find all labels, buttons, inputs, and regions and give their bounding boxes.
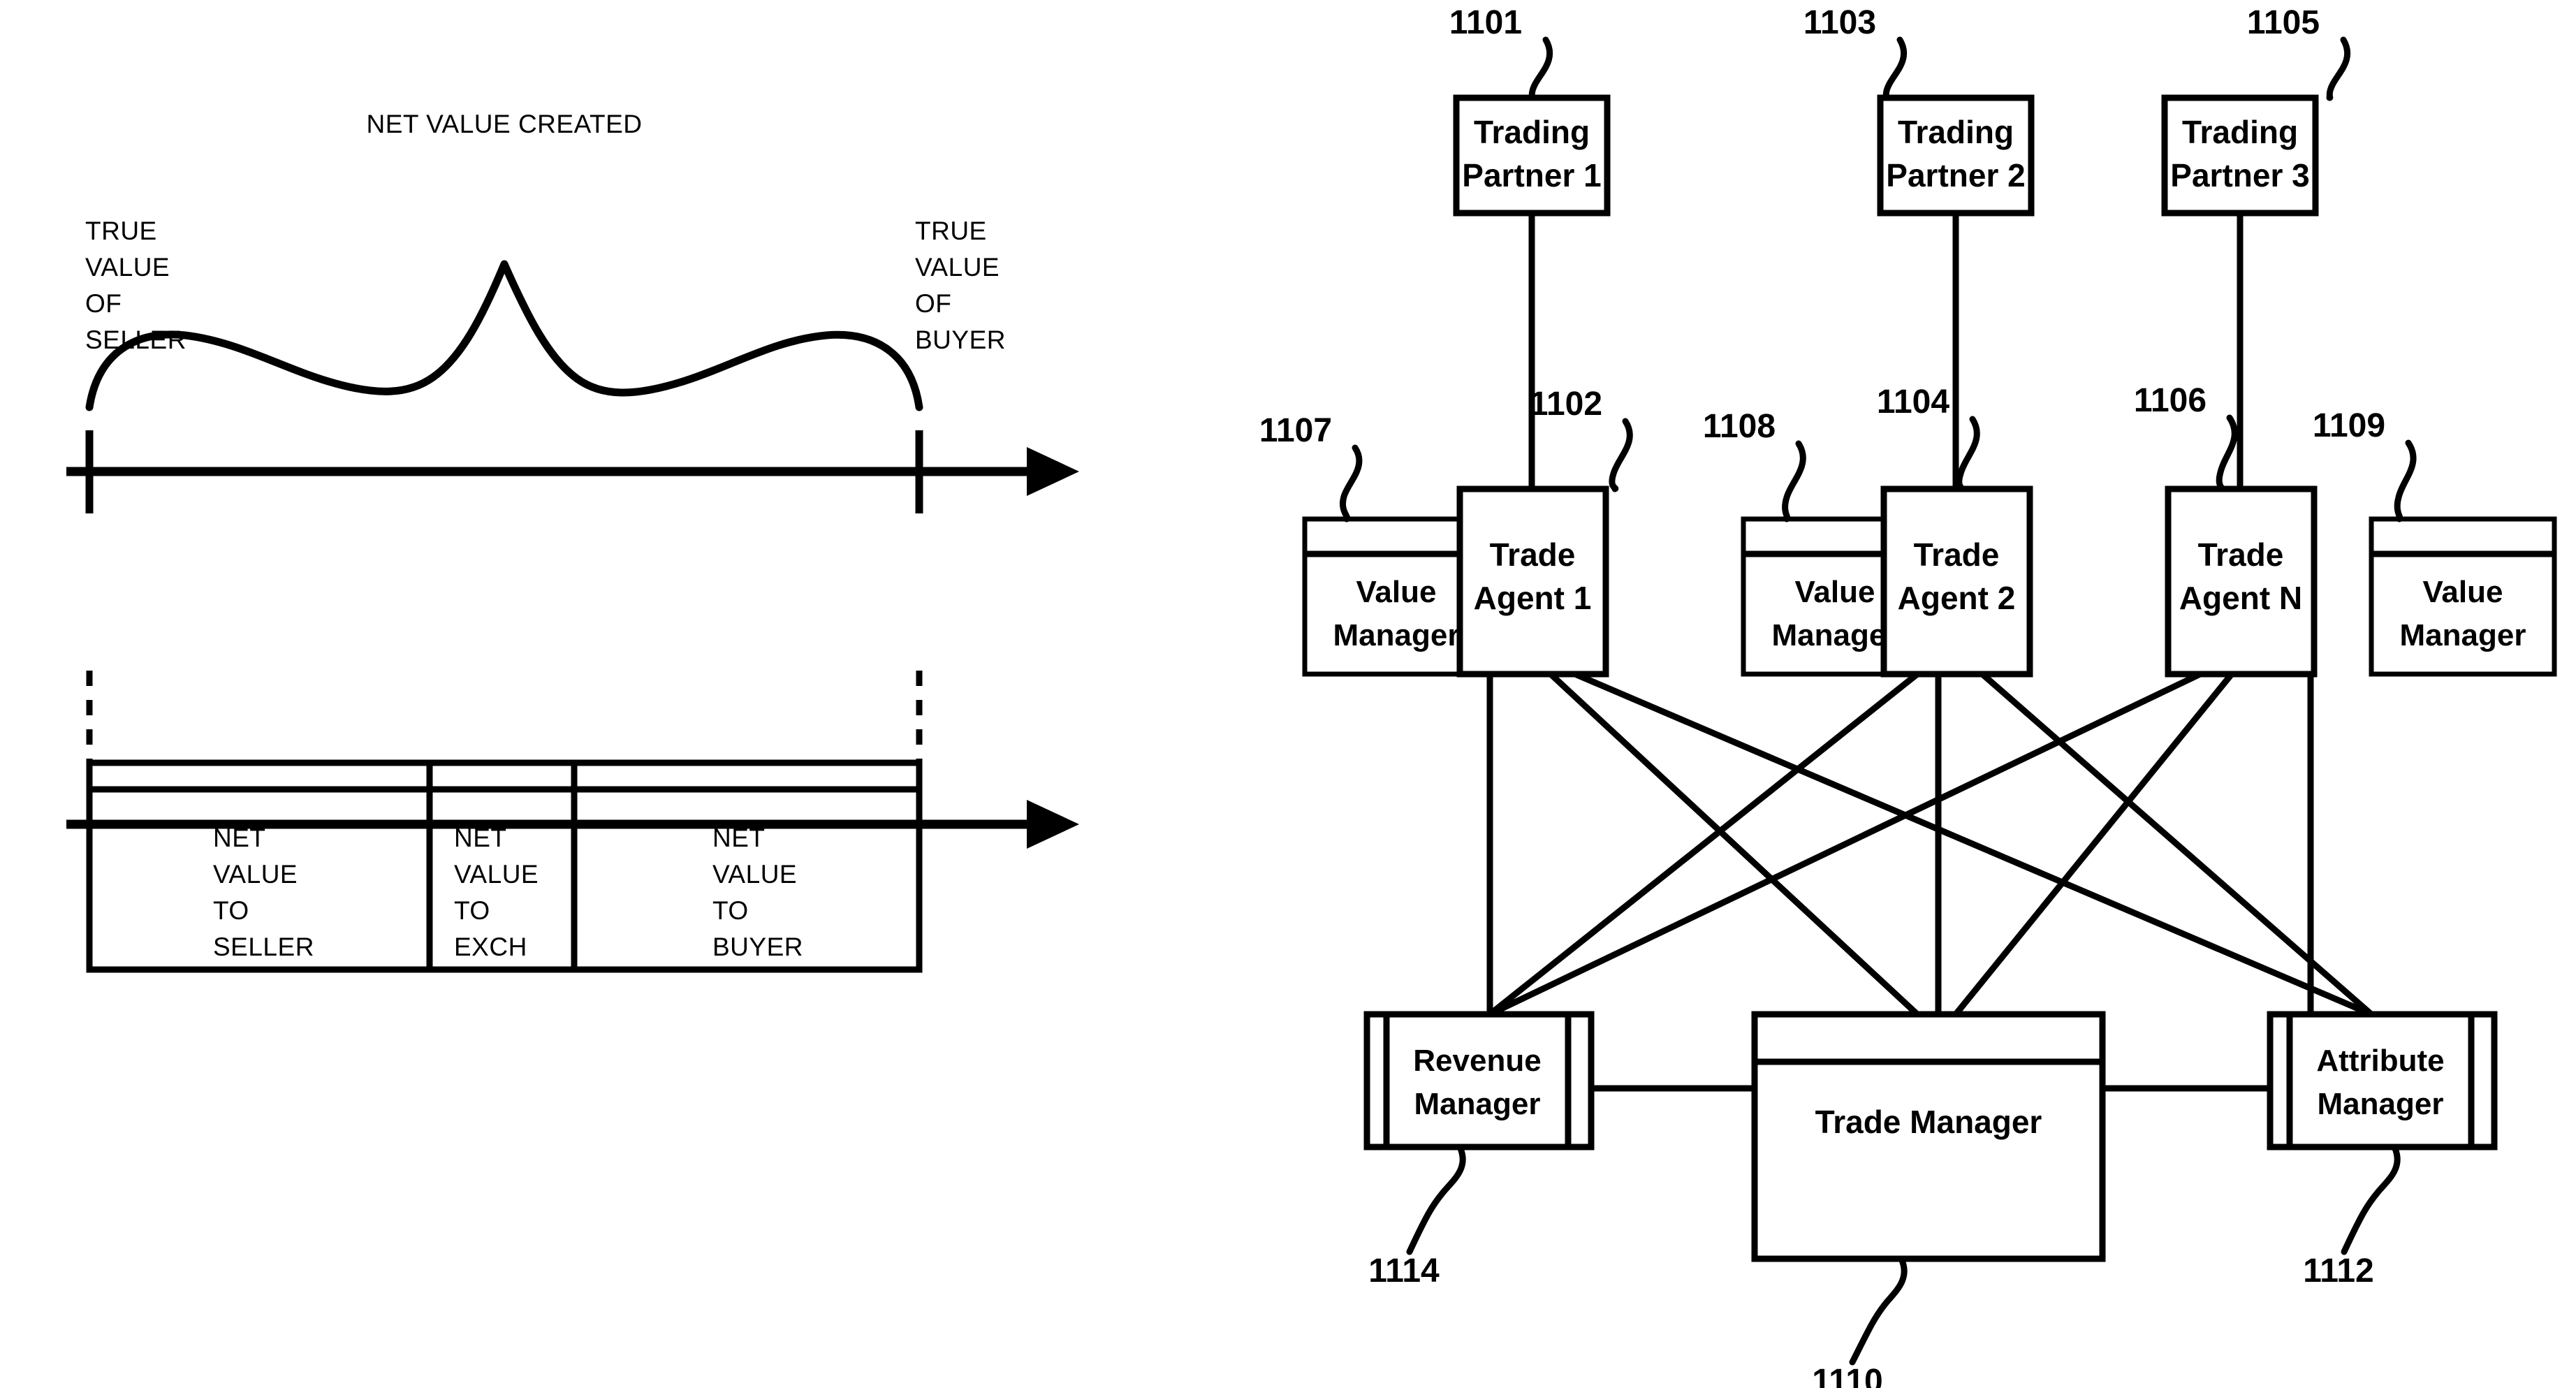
svg-text:Value: Value <box>1356 575 1437 609</box>
svg-text:SELLER: SELLER <box>213 933 314 961</box>
svg-text:Revenue: Revenue <box>1413 1044 1541 1078</box>
svg-text:NET: NET <box>454 824 507 852</box>
ref-1104: 1104 <box>1877 383 1949 421</box>
ref-1110: 1110 <box>1812 1363 1882 1388</box>
svg-text:Partner 2: Partner 2 <box>1886 157 2025 193</box>
right-panel-group: Trading Partner 1 Trading Partner 2 Trad… <box>1259 4 2557 1388</box>
leader-1108 <box>1782 440 1806 523</box>
svg-text:TO: TO <box>712 896 749 925</box>
link-agent2-revenue <box>1488 671 1919 1017</box>
left-panel-group: NET VALUE CREATED TRUE VALUE OF SELLER T… <box>66 110 1079 973</box>
patent-figure: NET VALUE CREATED TRUE VALUE OF SELLER T… <box>0 0 2576 1388</box>
left-axis-label: TRUE VALUE OF SELLER <box>85 217 186 354</box>
svg-text:TRUE: TRUE <box>85 217 157 245</box>
leader-1105 <box>2326 36 2351 101</box>
figure-canvas: NET VALUE CREATED TRUE VALUE OF SELLER T… <box>66 4 2557 1388</box>
svg-text:EXCH: EXCH <box>454 933 527 961</box>
ref-1109: 1109 <box>2313 407 2385 444</box>
ref-1101: 1101 <box>1449 4 1522 41</box>
svg-text:Manager: Manager <box>1414 1087 1541 1121</box>
svg-text:VALUE: VALUE <box>454 860 539 889</box>
leader-1109 <box>2394 439 2417 523</box>
svg-text:TO: TO <box>213 896 249 925</box>
leader-1104 <box>1956 416 1980 492</box>
svg-text:NET: NET <box>712 824 766 852</box>
svg-text:VALUE: VALUE <box>915 253 1000 282</box>
svg-text:OF: OF <box>915 289 951 318</box>
svg-text:Trading: Trading <box>1898 114 2014 150</box>
leader-1106 <box>2216 414 2238 492</box>
svg-text:Trading: Trading <box>2182 114 2298 150</box>
brace-label: NET VALUE CREATED <box>366 110 642 138</box>
leader-1101 <box>1528 36 1553 101</box>
svg-text:Manager: Manager <box>2400 618 2526 652</box>
svg-text:Attribute: Attribute <box>2316 1044 2444 1078</box>
svg-text:Agent 2: Agent 2 <box>1898 580 2016 616</box>
right-axis-label: TRUE VALUE OF BUYER <box>915 217 1006 354</box>
attribute-manager-box[interactable] <box>2267 1011 2498 1150</box>
svg-text:Partner 3: Partner 3 <box>2170 157 2309 193</box>
svg-text:Manager: Manager <box>1772 618 1898 652</box>
leader-1103 <box>1882 36 1908 101</box>
svg-text:Manager: Manager <box>1333 618 1460 652</box>
ref-1102: 1102 <box>1530 386 1602 423</box>
leader-1112 <box>2341 1144 2401 1255</box>
svg-text:Trade: Trade <box>2198 536 2284 573</box>
svg-text:Trading: Trading <box>1474 114 1590 150</box>
leader-1102 <box>1609 418 1633 492</box>
svg-text:OF: OF <box>85 289 122 318</box>
ref-1114: 1114 <box>1368 1252 1440 1290</box>
svg-text:Trade: Trade <box>1914 536 2000 573</box>
top-axis-arrowhead <box>1027 447 1079 496</box>
svg-text:Value: Value <box>1795 575 1875 609</box>
svg-text:Agent 1: Agent 1 <box>1474 580 1592 616</box>
revenue-manager-box[interactable] <box>1363 1011 1595 1150</box>
ref-1106: 1106 <box>2134 382 2207 419</box>
svg-text:TRUE: TRUE <box>915 217 987 245</box>
trade-manager-label: Trade Manager <box>1815 1104 2042 1140</box>
ref-1108: 1108 <box>1703 408 1776 445</box>
svg-text:VALUE: VALUE <box>85 253 170 282</box>
svg-text:Partner 1: Partner 1 <box>1462 157 1601 193</box>
ref-1103: 1103 <box>1803 4 1876 41</box>
ref-1107: 1107 <box>1259 412 1332 449</box>
svg-text:TO: TO <box>454 896 490 925</box>
ref-1112: 1112 <box>2303 1252 2373 1290</box>
svg-text:NET: NET <box>213 824 266 852</box>
svg-text:BUYER: BUYER <box>712 933 803 961</box>
bottom-axis-arrowhead <box>1027 800 1079 849</box>
leader-1110 <box>1849 1255 1908 1366</box>
svg-text:VALUE: VALUE <box>213 860 298 889</box>
ref-1105: 1105 <box>2247 4 2320 41</box>
link-agent1-attribute <box>1574 671 2373 1018</box>
net-value-brace <box>85 260 923 411</box>
svg-text:Value: Value <box>2423 575 2503 609</box>
svg-text:BUYER: BUYER <box>915 326 1006 354</box>
svg-text:Agent N: Agent N <box>2179 580 2302 616</box>
svg-text:SELLER: SELLER <box>85 326 186 354</box>
leader-1107 <box>1340 444 1363 523</box>
svg-text:Trade: Trade <box>1490 536 1576 573</box>
svg-text:Manager: Manager <box>2318 1087 2444 1121</box>
leader-1114 <box>1406 1144 1466 1255</box>
svg-text:VALUE: VALUE <box>712 860 797 889</box>
link-agent1-trade <box>1548 671 1920 1017</box>
